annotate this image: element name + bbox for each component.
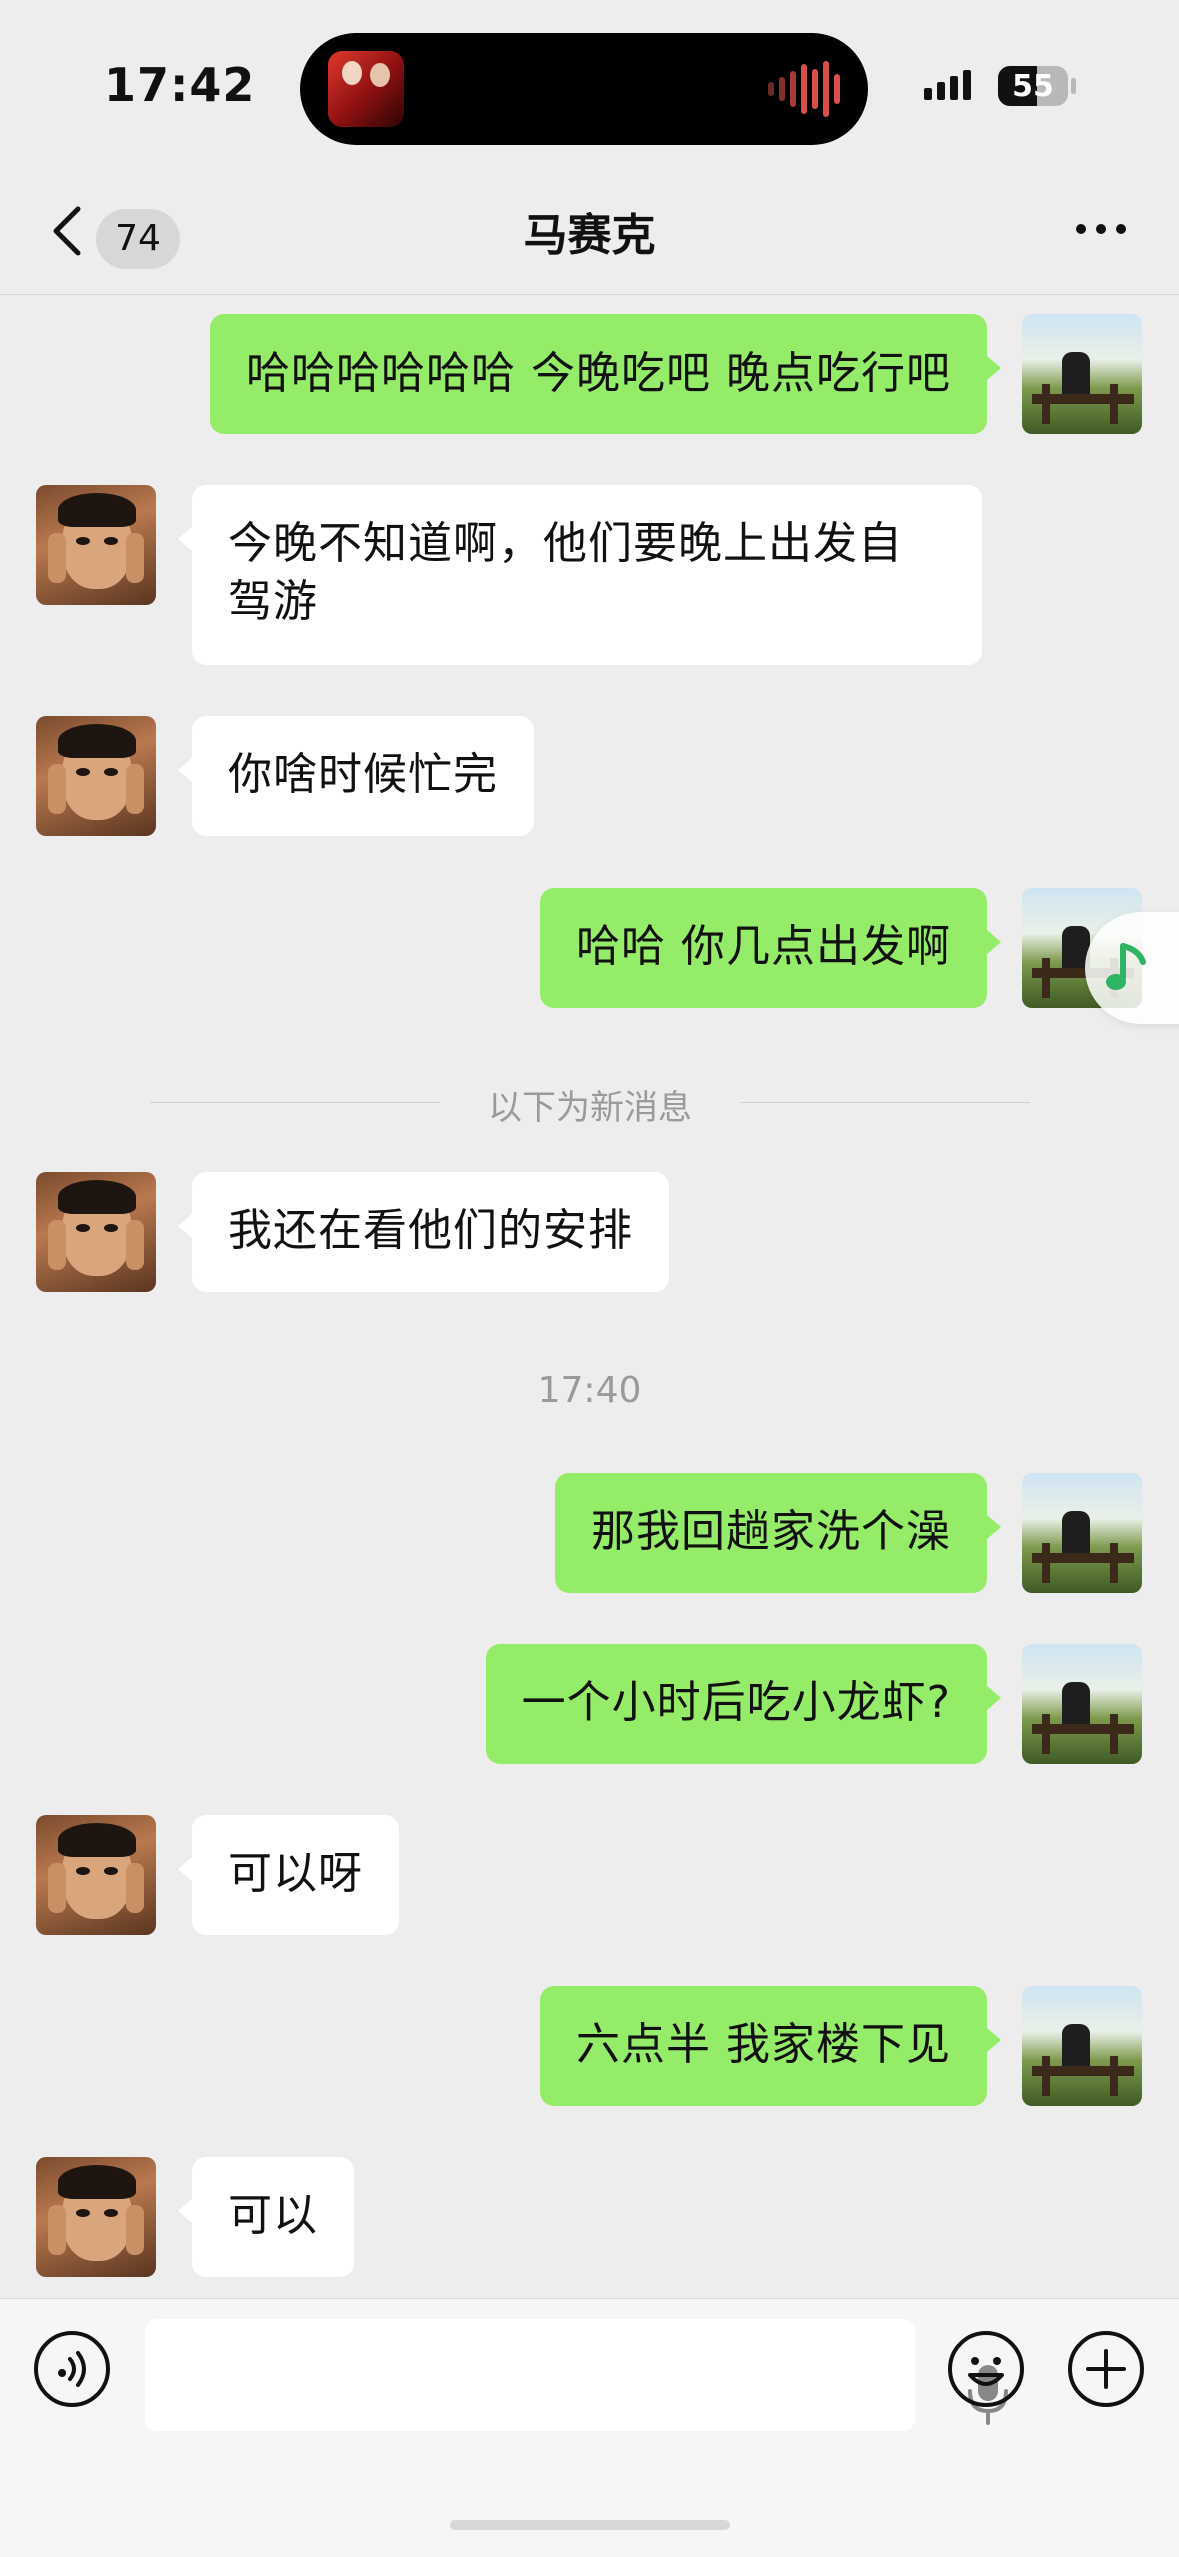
status-time: 17:42 bbox=[104, 58, 256, 112]
music-note-icon bbox=[1106, 943, 1146, 990]
dynamic-island[interactable] bbox=[300, 33, 868, 145]
message-bubble-self[interactable]: 哈哈 你几点出发啊 bbox=[540, 888, 1001, 1008]
voice-input-toggle-icon[interactable] bbox=[32, 2329, 112, 2409]
home-indicator[interactable] bbox=[450, 2520, 730, 2530]
avatar-self[interactable] bbox=[1022, 314, 1142, 434]
message-bubble-contact[interactable]: 今晚不知道啊，他们要晚上出发自驾游 bbox=[178, 485, 982, 665]
cellular-signal-icon bbox=[924, 70, 971, 100]
now-playing-artwork bbox=[328, 51, 404, 127]
avatar-self[interactable] bbox=[1022, 1473, 1142, 1593]
audio-waveform-icon bbox=[768, 61, 840, 117]
chat-input-bar bbox=[0, 2298, 1179, 2557]
message-bubble-contact[interactable]: 我还在看他们的安排 bbox=[178, 1172, 669, 1292]
message-bubble-self[interactable]: 六点半 我家楼下见 bbox=[540, 1986, 1001, 2106]
new-messages-label: 以下为新消息 bbox=[488, 1088, 692, 1128]
message-bubble-contact[interactable]: 你啥时候忙完 bbox=[178, 716, 534, 836]
avatar-contact[interactable] bbox=[36, 716, 156, 836]
message-bubble-contact[interactable]: 可以 bbox=[178, 2157, 354, 2277]
chat-header: 74 马赛克 bbox=[0, 175, 1179, 295]
new-messages-divider: 以下为新消息 bbox=[150, 1080, 1030, 1128]
battery-tip bbox=[1071, 78, 1076, 94]
message-bubble-self[interactable]: 哈哈哈哈哈哈 今晚吃吧 晚点吃行吧 bbox=[210, 314, 1001, 434]
chat-title: 马赛克 bbox=[523, 210, 656, 261]
message-bubble-self[interactable]: 一个小时后吃小龙虾? bbox=[485, 1644, 1002, 1764]
avatar-self[interactable] bbox=[1022, 1644, 1142, 1764]
avatar-contact[interactable] bbox=[36, 1815, 156, 1935]
avatar-contact[interactable] bbox=[36, 1172, 156, 1292]
avatar-self[interactable] bbox=[1022, 1986, 1142, 2106]
message-bubble-self[interactable]: 那我回趟家洗个澡 bbox=[555, 1473, 1001, 1593]
battery-percent: 55 bbox=[1012, 69, 1054, 104]
add-attachment-icon[interactable] bbox=[1066, 2329, 1146, 2409]
message-bubble-contact[interactable]: 可以呀 bbox=[178, 1815, 399, 1935]
avatar-contact[interactable] bbox=[36, 2157, 156, 2277]
avatar-contact[interactable] bbox=[36, 485, 156, 605]
battery-icon: 55 bbox=[998, 66, 1068, 106]
header-divider bbox=[0, 294, 1179, 295]
message-text-input[interactable] bbox=[145, 2319, 1008, 2431]
message-timestamp: 17:40 bbox=[537, 1370, 642, 1411]
emoji-icon[interactable] bbox=[946, 2329, 1026, 2409]
more-options-icon[interactable] bbox=[1073, 221, 1129, 237]
